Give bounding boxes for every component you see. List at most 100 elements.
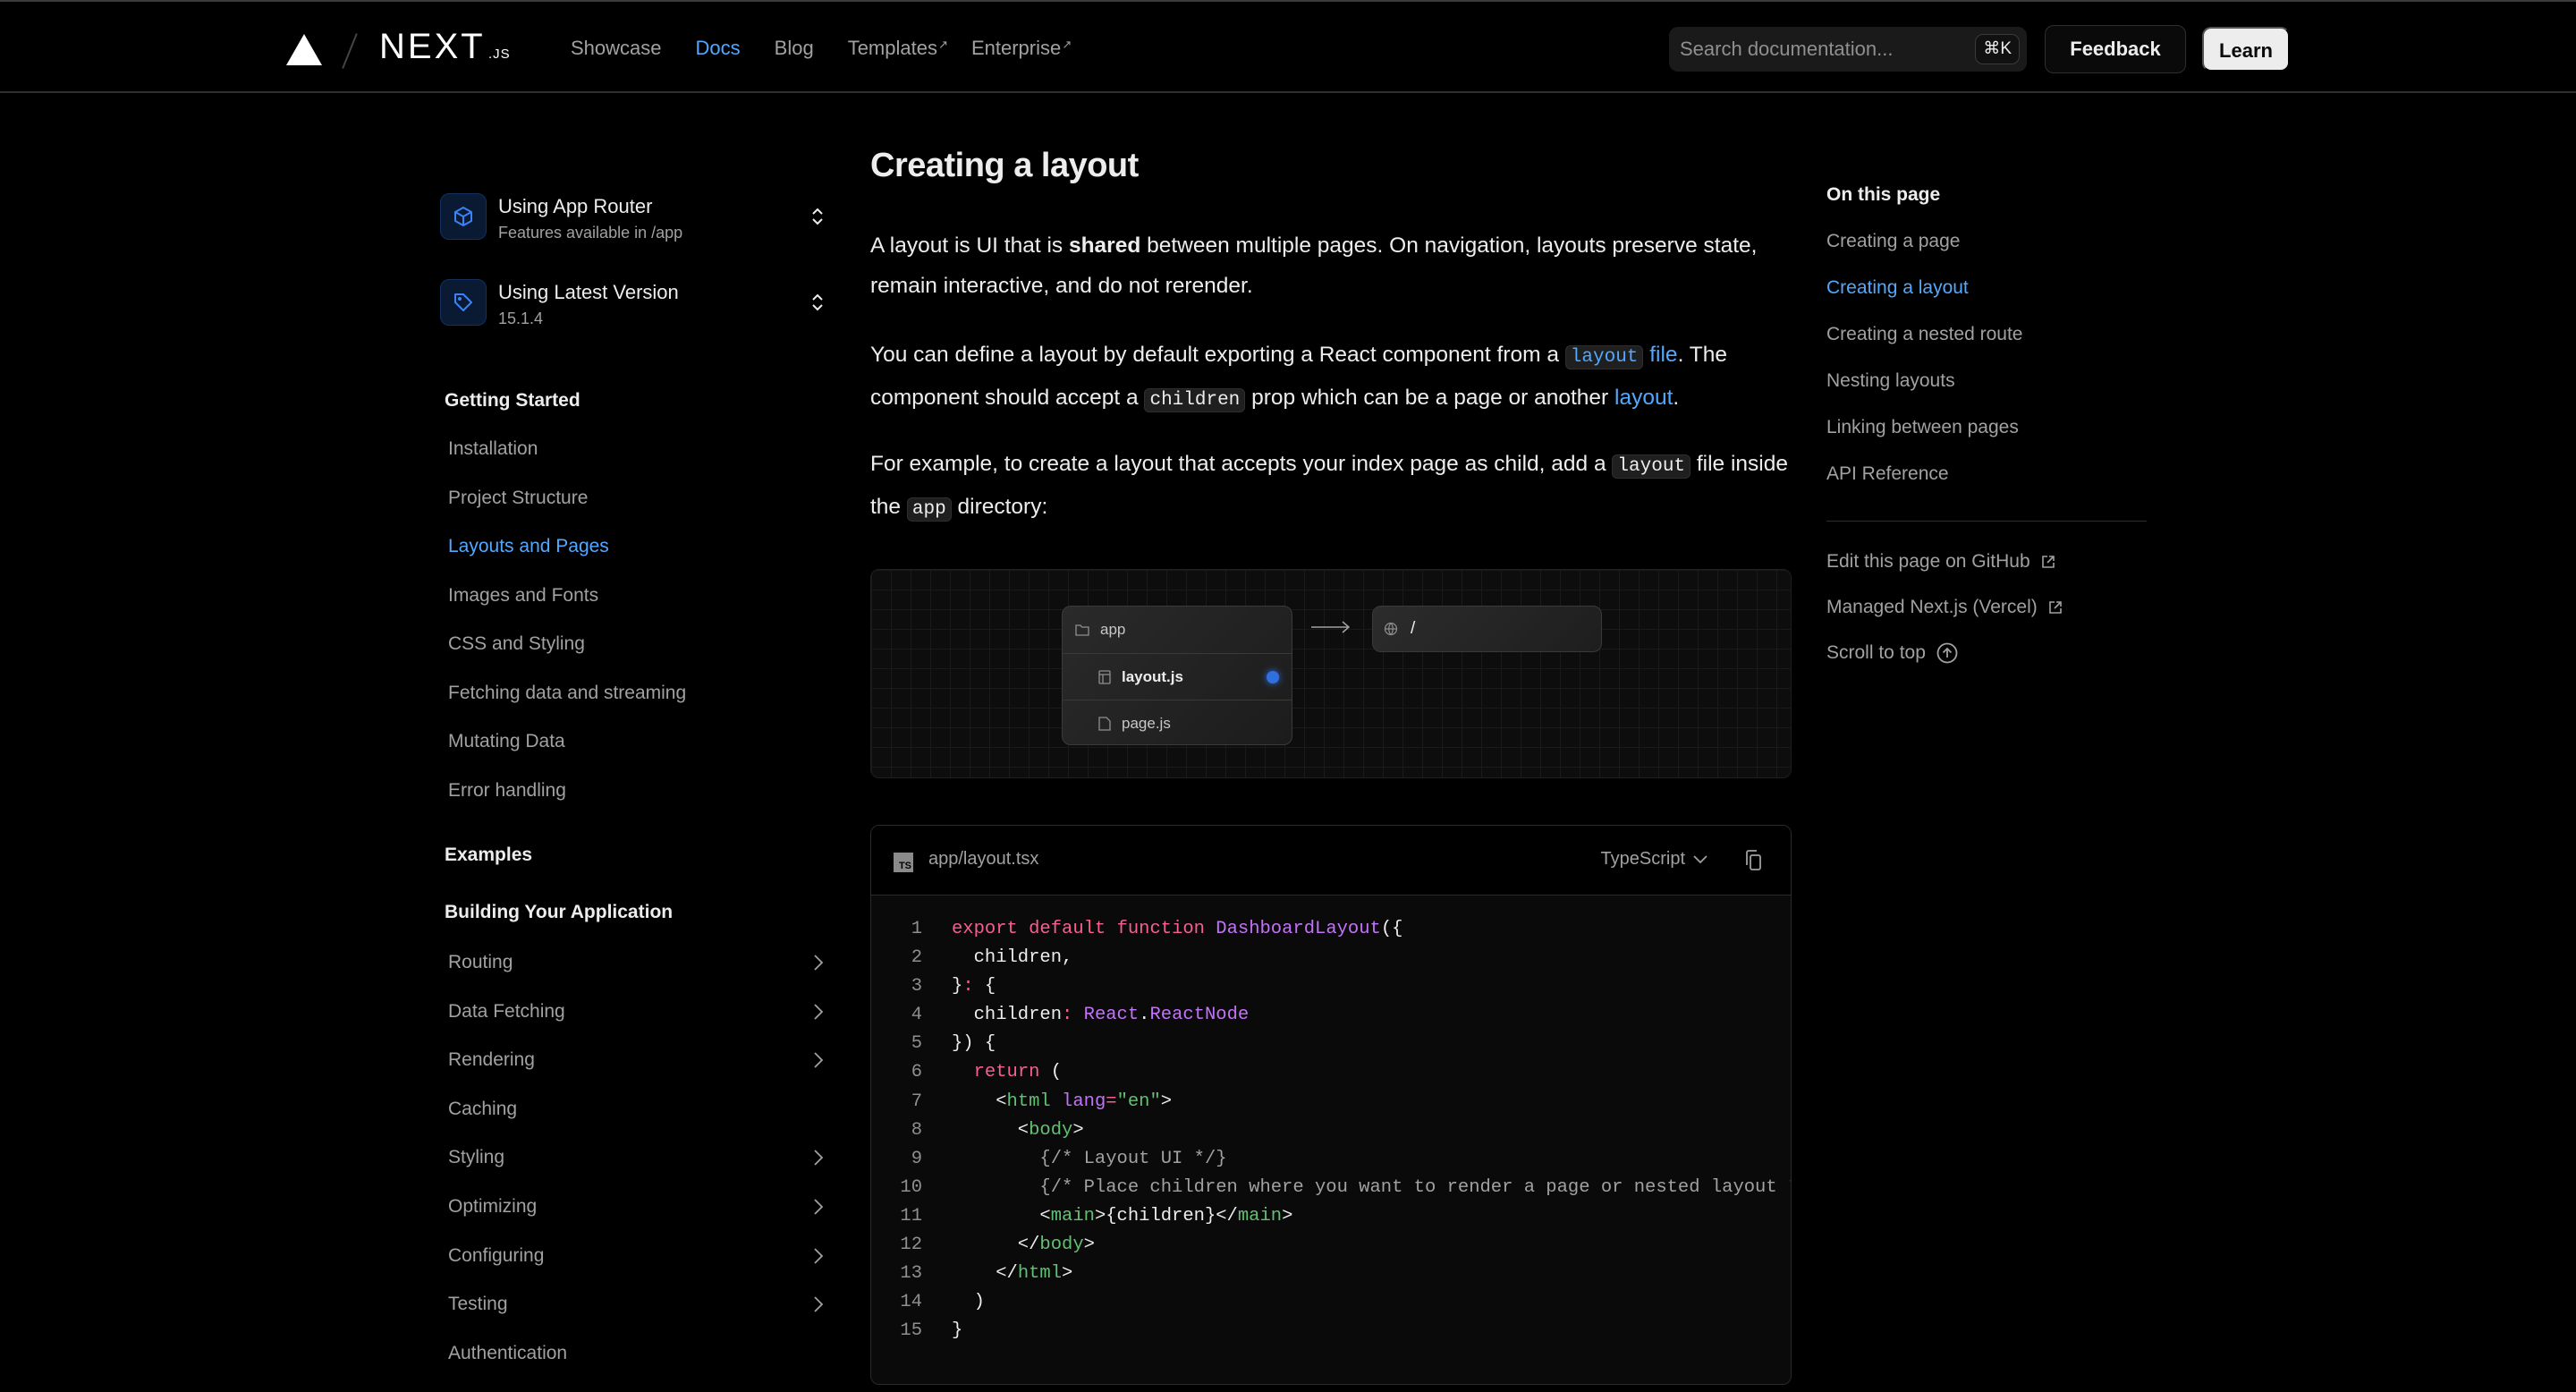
toc-item-creating-a-nested-route[interactable]: Creating a nested route [1826, 324, 2022, 345]
code-text: <body> [952, 1119, 1084, 1141]
sidebar-item-styling[interactable]: Styling [448, 1145, 824, 1170]
external-link-icon [2048, 601, 2062, 614]
version-switcher[interactable]: Using Latest Version 15.1.4 [440, 274, 834, 336]
sidebar-item-configuring[interactable]: Configuring [448, 1243, 824, 1269]
line-number: 1 [911, 919, 922, 939]
globe-icon [1384, 622, 1398, 636]
cube-icon [440, 193, 487, 240]
sidebar-item-label: Fetching data and streaming [448, 682, 687, 703]
external-link-icon [2041, 556, 2055, 568]
edit-on-github-link[interactable]: Edit this page on GitHub [1826, 551, 2055, 573]
nav-enterprise[interactable]: Enterprise ↗ [971, 36, 1072, 61]
sidebar-item-data-fetching[interactable]: Data Fetching [448, 999, 824, 1024]
sidebar-item-optimizing[interactable]: Optimizing [448, 1194, 824, 1219]
code-block-header: TS app/layout.tsx TypeScript [871, 826, 1791, 895]
chevron-right-icon[interactable] [813, 1149, 824, 1174]
chevron-up-down-icon [810, 292, 825, 318]
scroll-to-top-link[interactable]: Scroll to top [1826, 642, 1958, 664]
chevron-right-icon[interactable] [813, 1295, 824, 1320]
toc-item-api-reference[interactable]: API Reference [1826, 463, 1949, 485]
chevron-right-icon[interactable] [813, 954, 824, 979]
line-number: 11 [900, 1205, 922, 1226]
sidebar-item-label: Authentication [448, 1342, 568, 1363]
version-switcher-subtitle: 15.1.4 [498, 310, 544, 327]
line-number: 3 [911, 976, 922, 997]
router-switcher[interactable]: Using App Router Features available in /… [440, 188, 834, 250]
code-line: 15} [871, 1317, 1791, 1345]
toc-title: On this page [1826, 184, 1941, 205]
code-line: 9 {/* Layout UI */} [871, 1145, 1791, 1174]
toc-item-creating-a-layout[interactable]: Creating a layout [1826, 277, 1969, 299]
code-line: 12 </body> [871, 1231, 1791, 1260]
chevron-right-icon[interactable] [813, 1003, 824, 1028]
code-text: {/* Place children where you want to ren… [952, 1176, 1792, 1198]
sidebar-item-project-structure[interactable]: Project Structure [448, 486, 824, 511]
nav-templates[interactable]: Templates ↗ [848, 36, 948, 61]
toc-item-creating-a-page[interactable]: Creating a page [1826, 231, 1960, 252]
search-shortcut-badge: ⌘K [1975, 34, 2020, 64]
nav-blog[interactable]: Blog [775, 36, 814, 61]
sidebar-item-images-and-fonts[interactable]: Images and Fonts [448, 583, 824, 608]
managed-nextjs-link[interactable]: Managed Next.js (Vercel) [1826, 597, 2063, 618]
file-icon [1098, 716, 1111, 731]
layout-file-link[interactable]: layout file [1564, 343, 1678, 369]
feedback-button[interactable]: Feedback [2045, 25, 2186, 73]
search-box[interactable]: ⌘K [1669, 27, 2027, 72]
sidebar-item-error-handling[interactable]: Error handling [448, 778, 824, 803]
sidebar-item-rendering[interactable]: Rendering [448, 1048, 824, 1073]
line-number: 6 [911, 1062, 922, 1083]
sidebar-item-css-and-styling[interactable]: CSS and Styling [448, 632, 824, 657]
sidebar-item-caching[interactable]: Caching [448, 1097, 824, 1122]
nav-showcase[interactable]: Showcase [571, 36, 662, 61]
route-box: / [1372, 606, 1602, 652]
layout-link[interactable]: layout [1614, 386, 1673, 410]
toc-item-nesting-layouts[interactable]: Nesting layouts [1826, 370, 1955, 392]
sidebar-heading-getting-started[interactable]: Getting Started [445, 390, 580, 412]
sidebar-item-routing[interactable]: Routing [448, 950, 824, 975]
search-input[interactable] [1669, 38, 1955, 61]
router-switcher-subtitle: Features available in /app [498, 224, 683, 242]
code-text: } [952, 1320, 963, 1342]
code-line: 11 <main>{children}</main> [871, 1202, 1791, 1231]
line-number: 15 [900, 1320, 922, 1342]
paragraph-1: A layout is UI that is shared between mu… [870, 233, 1758, 298]
language-select[interactable]: TypeScript [1601, 849, 1708, 870]
toc-divider [1826, 521, 2147, 522]
chevron-right-icon[interactable] [813, 1247, 824, 1272]
code-text: children: React.ReactNode [952, 1005, 1250, 1026]
file-tree: app layout.js page.js [1062, 606, 1292, 745]
sidebar-item-layouts-and-pages[interactable]: Layouts and Pages [448, 534, 824, 559]
sidebar-item-authentication[interactable]: Authentication [448, 1341, 824, 1366]
code-line: 13 </html> [871, 1260, 1791, 1288]
sidebar-item-testing[interactable]: Testing [448, 1292, 824, 1317]
nextjs-logo-suffix[interactable]: .JS [488, 47, 511, 62]
sidebar-item-label: CSS and Styling [448, 633, 585, 654]
paragraph-3: For example, to create a layout that acc… [870, 452, 1788, 522]
top-header: NEXT .JS Showcase Docs Blog Templates ↗ E… [0, 0, 2576, 93]
sidebar-item-fetching-data-and-streaming[interactable]: Fetching data and streaming [448, 681, 824, 706]
code-lines: 1 export default function DashboardLayout… [871, 915, 1791, 1345]
chevron-right-icon[interactable] [813, 1198, 824, 1223]
chevron-right-icon[interactable] [813, 1051, 824, 1076]
tree-file-layout: layout.js [1063, 653, 1292, 700]
nav-docs[interactable]: Docs [696, 36, 741, 61]
sidebar-item-label: Mutating Data [448, 731, 565, 751]
inline-code-app: app [906, 497, 952, 522]
sidebar-item-installation[interactable]: Installation [448, 437, 824, 462]
copy-icon[interactable] [1742, 849, 1764, 877]
toc-item-linking-between-pages[interactable]: Linking between pages [1826, 417, 2019, 438]
sidebar-heading-building[interactable]: Building Your Application [445, 902, 673, 923]
external-arrow-icon: ↗ [938, 38, 948, 51]
vercel-logo-icon[interactable] [286, 34, 322, 65]
learn-button[interactable]: Learn [2202, 27, 2290, 72]
sidebar-heading-examples[interactable]: Examples [445, 845, 532, 866]
code-filename: app/layout.tsx [928, 849, 1039, 869]
code-text: {/* Layout UI */} [952, 1148, 1227, 1169]
code-line: 3}: { [871, 972, 1791, 1001]
sidebar-item-mutating-data[interactable]: Mutating Data [448, 729, 824, 754]
code-line: 2 children, [871, 944, 1791, 972]
line-number: 10 [900, 1176, 922, 1198]
sidebar-item-label: Data Fetching [448, 1000, 565, 1022]
code-line: 1 export default function DashboardLayout… [871, 915, 1791, 944]
nextjs-logo[interactable]: NEXT [379, 29, 486, 64]
